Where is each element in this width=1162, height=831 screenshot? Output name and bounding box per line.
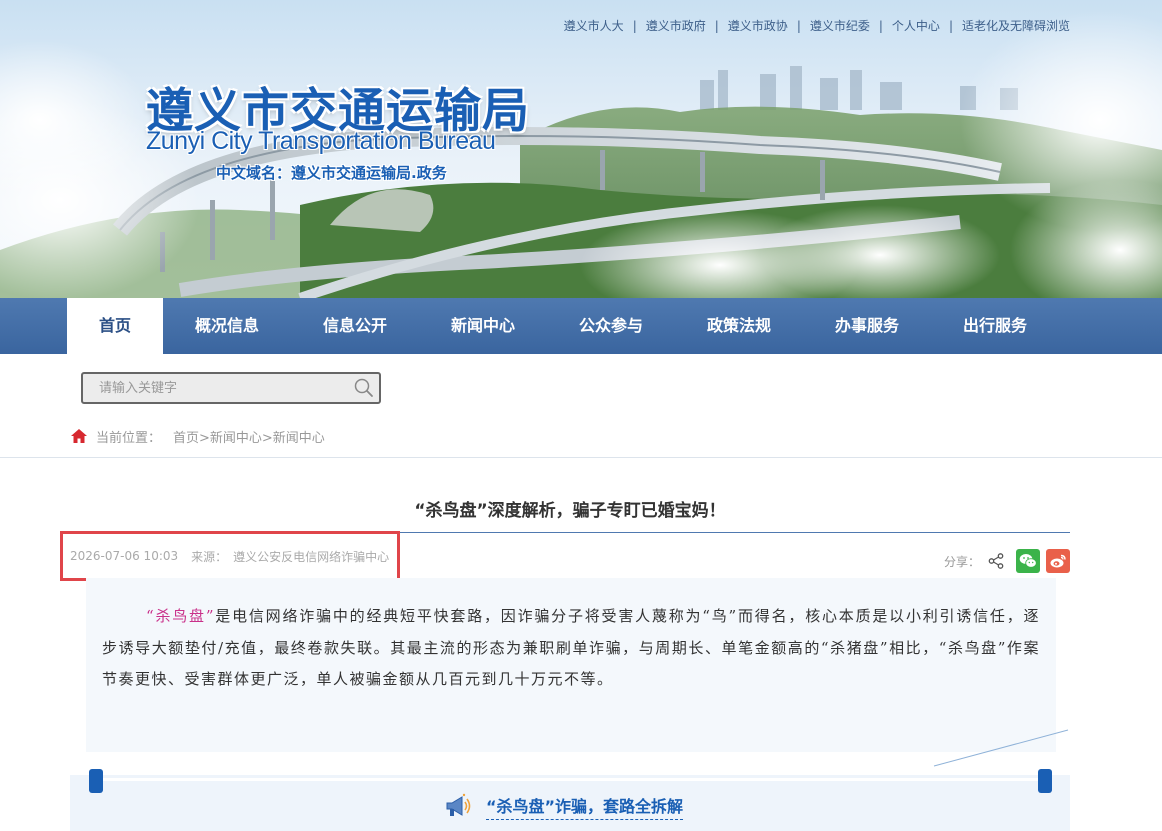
breadcrumb-path[interactable]: 首页>新闻中心>新闻中心 (173, 427, 325, 446)
nav-item-overview[interactable]: 概况信息 (163, 298, 291, 354)
breadcrumb-label: 当前位置： (96, 430, 162, 446)
article-meta-highlight-box: 2026-07-06 10:03 来源： 遵义公安反电信网络诈骗中心 (60, 531, 400, 581)
top-link-zhengfu[interactable]: 遵义市政府 (646, 17, 706, 34)
site-domain-label: 中文域名：遵义市交通运输局.政务 (216, 164, 447, 182)
breadcrumb-divider (0, 457, 1162, 458)
nav-item-services[interactable]: 办事服务 (803, 298, 931, 354)
section-heading-text: “杀鸟盘”诈骗，套路全拆解 (486, 793, 684, 820)
nav-item-public-participation[interactable]: 公众参与 (547, 298, 675, 354)
top-link-separator: | (714, 18, 719, 33)
search-box (81, 372, 381, 404)
top-link-personal-center[interactable]: 个人中心 (892, 17, 940, 34)
article-intro-block: “杀鸟盘”是电信网络诈骗中的经典短平快套路，因诈骗分子将受害人蔑称为“鸟”而得名… (86, 578, 1056, 752)
top-link-zhengxie[interactable]: 遵义市政协 (728, 17, 788, 34)
megaphone-icon (446, 793, 471, 816)
wechat-share-button[interactable] (1016, 549, 1040, 573)
intro-highlight: “杀鸟盘” (146, 607, 216, 625)
share-icon[interactable] (988, 553, 1004, 569)
nav-item-home[interactable]: 首页 (67, 298, 163, 354)
top-link-jiwei[interactable]: 遵义市纪委 (810, 17, 870, 34)
article-source-label: 来源： (191, 549, 228, 564)
section-heading: “杀鸟盘”诈骗，套路全拆解 (444, 791, 684, 821)
top-link-renda[interactable]: 遵义市人大 (564, 17, 624, 34)
main-nav: 首页 概况信息 信息公开 新闻中心 公众参与 政策法规 办事服务 出行服务 (0, 298, 1162, 354)
nav-item-travel-services[interactable]: 出行服务 (931, 298, 1059, 354)
article-source: 遵义公安反电信网络诈骗中心 (233, 549, 390, 564)
share-bar: 分享： (944, 548, 1070, 574)
nav-item-info-disclosure[interactable]: 信息公开 (291, 298, 419, 354)
wechat-icon (1019, 554, 1037, 568)
search-icon[interactable] (353, 377, 375, 399)
top-link-accessibility[interactable]: 适老化及无障碍浏览 (962, 17, 1070, 34)
top-link-separator: | (878, 18, 883, 33)
nav-item-news-center[interactable]: 新闻中心 (419, 298, 547, 354)
article-title: “杀鸟盘”深度解析，骗子专盯已婚宝妈！ (414, 501, 726, 521)
top-links-bar: 遵义市人大 | 遵义市政府 | 遵义市政协 | 遵义市纪委 | 个人中心 | 适… (564, 17, 1070, 34)
top-link-separator: | (948, 18, 953, 33)
section-pin-bar (103, 778, 1038, 781)
decorative-line (933, 729, 1069, 767)
intro-text: 是电信网络诈骗中的经典短平快套路，因诈骗分子将受害人蔑称为“鸟”而得名，核心本质… (102, 607, 1040, 688)
home-icon (71, 429, 87, 443)
section-pin-left (89, 769, 103, 793)
section-header-card: “杀鸟盘”诈骗，套路全拆解 (70, 769, 1070, 831)
top-link-separator: | (632, 18, 637, 33)
weibo-icon (1050, 554, 1066, 568)
nav-item-policies[interactable]: 政策法规 (675, 298, 803, 354)
header-banner: 遵义市人大 | 遵义市政府 | 遵义市政协 | 遵义市纪委 | 个人中心 | 适… (0, 0, 1162, 298)
site-title-en: Zunyi City Transportation Bureau (146, 127, 496, 155)
article-date: 2026-07-06 10:03 (70, 549, 179, 563)
search-input[interactable] (83, 374, 353, 402)
share-label: 分享： (943, 554, 980, 569)
breadcrumb: 当前位置： 首页>新闻中心>新闻中心 (70, 426, 325, 446)
weibo-share-button[interactable] (1046, 549, 1070, 573)
section-pin-right (1038, 769, 1052, 793)
top-link-separator: | (796, 18, 801, 33)
article-intro-paragraph: “杀鸟盘”是电信网络诈骗中的经典短平快套路，因诈骗分子将受害人蔑称为“鸟”而得名… (102, 601, 1040, 696)
